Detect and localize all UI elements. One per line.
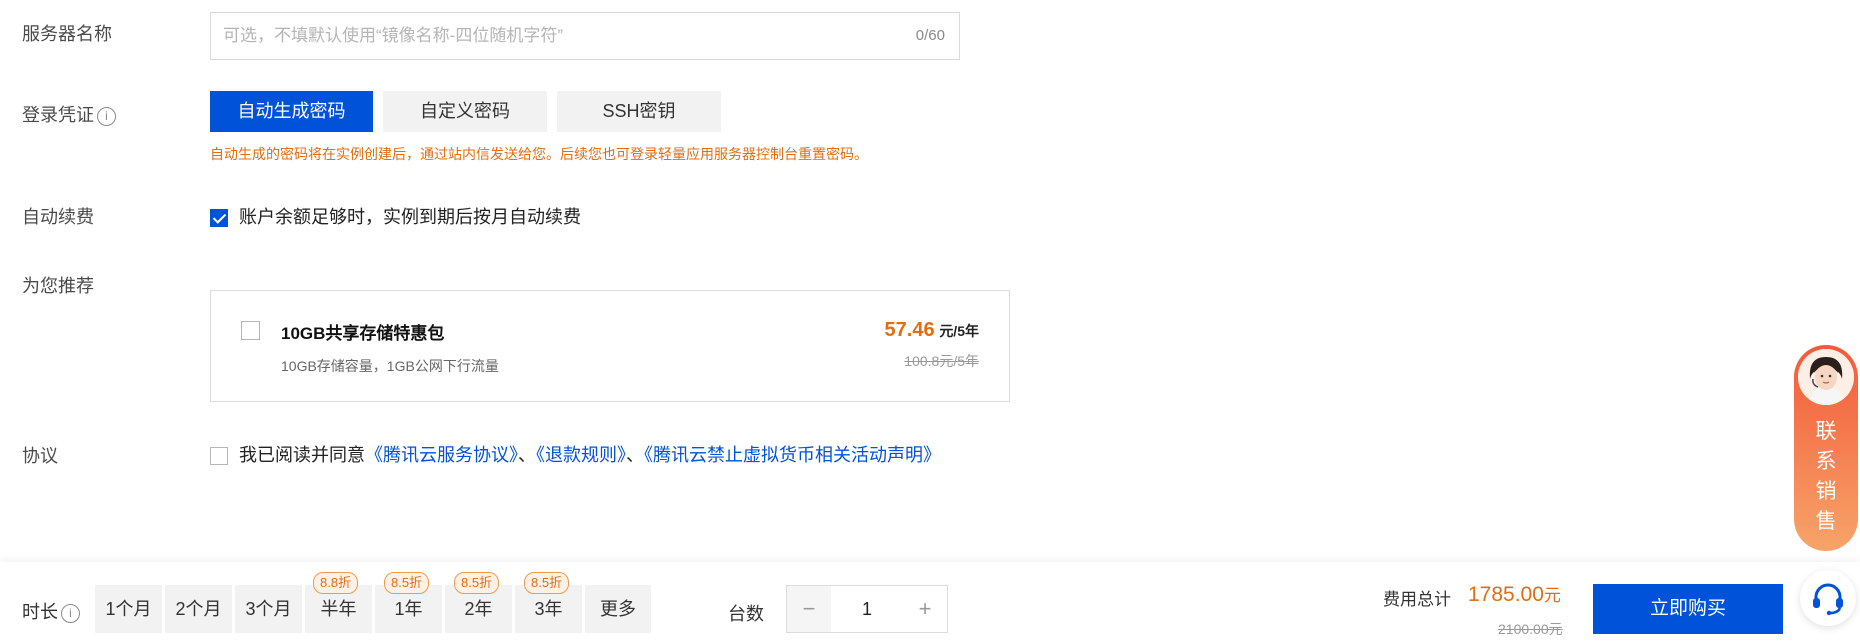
credential-label-text: 登录凭证 [22,105,94,125]
quantity-stepper: − 1 + [786,585,948,633]
card-price: 57.46 元/5年 [885,319,979,342]
card-description: 10GB存储容量，1GB公网下行流量 [281,358,499,374]
recommend-card[interactable]: 10GB共享存储特惠包 10GB存储容量，1GB公网下行流量 57.46 元/5… [210,290,1010,402]
service-agreement-link[interactable]: 《腾讯云服务协议》 [365,445,518,465]
duration-label-text: 时长 [22,602,58,622]
separator: 、 [626,445,645,465]
refund-rules-link[interactable]: 《退款规则》 [536,445,626,465]
contact-char: 售 [1815,510,1837,533]
current-price: 57.46 [884,319,935,341]
separator: 、 [518,445,537,465]
buy-now-button[interactable]: 立即购买 [1593,584,1783,634]
agreement-prefix: 我已阅读并同意 [239,445,366,465]
duration-more[interactable]: 更多 [585,585,651,633]
contact-sales-label: 联 系 销 售 [1794,417,1858,537]
agreement-row: 我已阅读并同意《腾讯云服务协议》、《退款规则》、《腾讯云禁止虚拟货币相关活动声明… [210,441,941,467]
decrement-button[interactable]: − [787,586,831,632]
old-total-price: 2100.00元 [1498,621,1563,637]
info-icon[interactable]: i [61,603,80,623]
auto-renew-label: 自动续费 [22,207,94,227]
customer-support-button[interactable] [1800,570,1856,626]
increment-button[interactable]: + [903,586,947,632]
custom-password-button[interactable]: 自定义密码 [383,91,547,132]
contact-char: 系 [1815,450,1837,473]
info-icon[interactable]: i [97,106,116,126]
auto-renew-text: 账户余额足够时，实例到期后按月自动续费 [239,207,582,227]
agreement-label: 协议 [22,446,58,466]
auto-renew-option[interactable]: 账户余额足够时，实例到期后按月自动续费 [210,203,581,229]
recommend-label: 为您推荐 [22,276,94,296]
total-amount: 1785.00 [1468,583,1544,606]
auto-renew-checkbox[interactable] [210,209,228,228]
old-price: 100.8元/5年 [904,353,979,369]
contact-char: 联 [1815,420,1837,443]
server-name-field[interactable]: 0/60 [210,12,960,60]
credential-label: 登录凭证 i [22,101,116,127]
headset-icon [1813,583,1843,616]
discount-badge: 8.5折 [524,572,570,594]
count-label: 台数 [728,604,764,624]
recommend-checkbox[interactable] [241,321,260,340]
server-name-label: 服务器名称 [22,24,112,44]
server-name-input[interactable] [211,13,895,59]
duration-label: 时长 i [22,598,80,624]
ssh-key-button[interactable]: SSH密钥 [557,91,721,132]
credential-hint: 自动生成的密码将在实例创建后，通过站内信发送给您。后续您也可登录轻量应用服务器控… [210,146,868,162]
card-title: 10GB共享存储特惠包 [281,324,445,343]
duration-1-month[interactable]: 1个月 [95,585,162,633]
total-price: 1785.00元 [1468,581,1561,607]
agreement-checkbox[interactable] [210,447,228,466]
crypto-statement-link[interactable]: 《腾讯云禁止虚拟货币相关活动声明》 [644,445,941,465]
agent-avatar-icon [1798,349,1854,405]
price-unit: 元/5年 [939,323,979,339]
total-unit: 元 [1543,586,1561,605]
quantity-input[interactable]: 1 [831,586,903,632]
contact-char: 销 [1815,480,1837,503]
duration-3-months[interactable]: 3个月 [235,585,302,633]
duration-2-months[interactable]: 2个月 [165,585,232,633]
discount-badge: 8.5折 [454,572,500,594]
char-counter: 0/60 [915,27,945,44]
discount-badge: 8.5折 [384,572,430,594]
auto-password-button[interactable]: 自动生成密码 [210,91,373,132]
total-label: 费用总计 [1383,590,1451,609]
contact-sales-widget[interactable]: 联 系 销 售 [1794,345,1858,551]
discount-badge: 8.8折 [313,572,359,594]
